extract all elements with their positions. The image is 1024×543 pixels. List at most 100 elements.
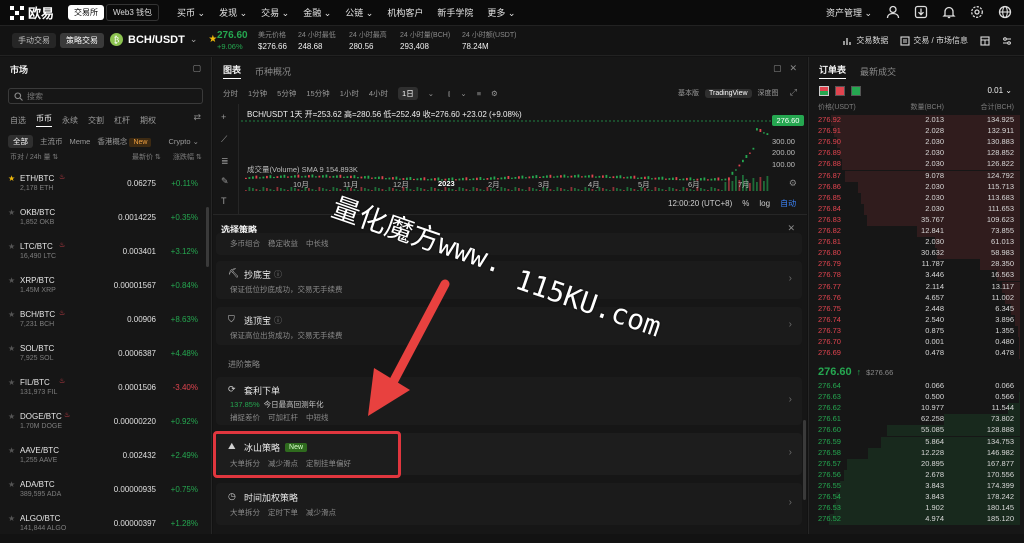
download-icon[interactable] [914, 5, 928, 19]
tab-perpetual[interactable]: 永续 [62, 115, 78, 126]
orderbook-row[interactable]: 276.8212.84173.855 [818, 226, 1014, 237]
favorite-star-icon[interactable]: ★ [8, 276, 15, 285]
market-row[interactable]: ★SOL/BTC7,925 SOL0.0006387+4.48% [0, 339, 210, 373]
interval-15m[interactable]: 15分钟 [306, 88, 329, 99]
interval-4h[interactable]: 4小时 [369, 88, 388, 99]
candle-type-icon[interactable]: ⫾ [448, 89, 450, 99]
close-icon[interactable]: ✕ [789, 63, 797, 74]
axis-settings-icon[interactable]: ⚙ [789, 178, 797, 189]
info-icon[interactable]: ⓘ [274, 269, 282, 280]
strategy-trading-tab[interactable]: 策略交易 [60, 33, 104, 48]
menu-finance[interactable]: 金融 ⌄ [303, 6, 331, 19]
strategy-card-top-escape[interactable]: ⛉ 逃顶宝ⓘ 保证高位出货成功，交易无手续费 › [216, 307, 802, 345]
favorite-star-icon[interactable]: ★ [8, 446, 15, 455]
orderbook-row[interactable]: 276.7911.78728.350 [818, 259, 1014, 270]
pair-selector[interactable]: ₿ BCH/USDT ⌄ ★ [110, 33, 217, 46]
filter-mainstream[interactable]: 主流币 [40, 136, 63, 147]
favorite-star-icon[interactable]: ★ [8, 174, 15, 183]
indicator-icon[interactable]: ≡ [477, 89, 481, 98]
orderbook-row[interactable]: 276.902.030130.883 [818, 137, 1014, 148]
orderbook-row[interactable]: 276.812.03061.013 [818, 237, 1014, 248]
chevron-down-icon[interactable]: ⌄ [460, 89, 466, 98]
favorite-star-icon[interactable]: ★ [8, 412, 15, 421]
text-tool-icon[interactable]: T [221, 196, 227, 206]
tab-web3-wallet[interactable]: Web3 钱包 [106, 4, 159, 21]
menu-trade[interactable]: 交易 ⌄ [261, 6, 289, 19]
bell-icon[interactable] [942, 5, 956, 19]
tab-futures[interactable]: 交割 [88, 115, 104, 126]
search-input[interactable] [27, 92, 197, 101]
filter-meme[interactable]: Meme [70, 137, 91, 146]
header-change[interactable]: 涨跌幅 ⇅ [173, 152, 202, 162]
orderbook-row[interactable]: 276.752.4486.345 [818, 304, 1014, 315]
favorite-star-icon[interactable]: ★ [8, 242, 15, 251]
menu-discover[interactable]: 发现 ⌄ [219, 6, 247, 19]
view-basic[interactable]: 基本版 [674, 87, 703, 99]
favorite-star-icon[interactable]: ★ [208, 34, 217, 45]
orderbook-row[interactable]: 276.912.028132.911 [818, 126, 1014, 137]
orderbook-row[interactable]: 276.5720.895167.877 [818, 459, 1014, 470]
orderbook-row[interactable]: 276.5812.228146.982 [818, 448, 1014, 459]
orderbook-row[interactable]: 276.6210.97711.544 [818, 403, 1014, 414]
interval-1d[interactable]: 1日 [398, 87, 418, 100]
orderbook-row[interactable]: 276.595.864134.753 [818, 437, 1014, 448]
market-scrollbar[interactable] [206, 207, 209, 267]
favorite-star-icon[interactable]: ★ [8, 310, 15, 319]
tab-options[interactable]: 期权 [140, 115, 156, 126]
globe-icon[interactable] [998, 5, 1012, 19]
tab-spot[interactable]: 币币 [36, 113, 52, 127]
orderbook-row[interactable]: 276.8335.767109.623 [818, 215, 1014, 226]
orderbook-row[interactable]: 276.852.030113.683 [818, 193, 1014, 204]
interval-timeline[interactable]: 分时 [223, 88, 238, 99]
trading-data-link[interactable]: 交易数据 [843, 35, 888, 46]
menu-chain[interactable]: 公链 ⌄ [345, 6, 373, 19]
market-row[interactable]: ★FIL/BTC♨131,973 FIL0.0001506-3.40% [0, 373, 210, 407]
filter-all[interactable]: 全部 [8, 135, 33, 148]
orderbook-row[interactable]: 276.742.5403.896 [818, 315, 1014, 326]
refresh-icon[interactable]: ⇄ [193, 112, 201, 123]
favorite-star-icon[interactable]: ★ [8, 378, 15, 387]
search-box[interactable] [8, 88, 203, 104]
menu-academy[interactable]: 新手学院 [437, 6, 473, 19]
orderbook-row[interactable]: 276.6162.25873.802 [818, 414, 1014, 425]
view-tradingview[interactable]: TradingView [705, 89, 752, 98]
fib-icon[interactable]: ≣ [221, 156, 229, 167]
sliders-icon[interactable] [1002, 36, 1012, 46]
market-row[interactable]: ★ALGO/BTC141,844 ALGO0.00000397+1.28% [0, 509, 210, 543]
orderbook-row[interactable]: 276.524.974185.120 [818, 514, 1014, 525]
brush-icon[interactable]: ✎ [221, 176, 229, 187]
tab-exchange[interactable]: 交易所 [68, 5, 104, 20]
asks-only-icon[interactable] [835, 86, 845, 96]
tab-favorites[interactable]: 自选 [10, 115, 26, 126]
orderbook-row[interactable]: 276.531.902180.145 [818, 503, 1014, 514]
interval-1h[interactable]: 1小时 [340, 88, 359, 99]
price-step-select[interactable]: 0.01 ⌄ [987, 86, 1012, 95]
orderbook-row[interactable]: 276.553.843174.399 [818, 481, 1014, 492]
orderbook-row[interactable]: 276.879.078124.792 [818, 171, 1014, 182]
orderbook-row[interactable]: 276.543.843178.242 [818, 492, 1014, 503]
orderbook-row[interactable]: 276.842.030111.653 [818, 204, 1014, 215]
layout-icon[interactable] [980, 36, 990, 46]
tab-latest-trades[interactable]: 最新成交 [860, 65, 896, 78]
orderbook-row[interactable]: 276.562.678170.556 [818, 470, 1014, 481]
tab-margin[interactable]: 杠杆 [114, 115, 130, 126]
orderbook-row[interactable]: 276.783.44616.563 [818, 270, 1014, 281]
both-sides-icon[interactable] [819, 86, 829, 96]
strategy-card-twap[interactable]: ◷ 时间加权策略 大单拆分 定时下单 减少滑点 › [216, 483, 802, 525]
header-price[interactable]: 最新价 ⇅ [132, 152, 161, 162]
asset-management-link[interactable]: 资产管理 ⌄ [826, 6, 872, 19]
chart-settings-icon[interactable]: ⚙ [491, 89, 498, 98]
market-info-link[interactable]: 交易 / 市场信息 [900, 35, 968, 46]
orderbook-row[interactable]: 276.8030.63258.983 [818, 248, 1014, 259]
bids-only-icon[interactable] [851, 86, 861, 96]
panel-window-icon[interactable]: ▢ [192, 63, 201, 74]
orderbook-row[interactable]: 276.764.65711.002 [818, 293, 1014, 304]
orderbook-row[interactable]: 276.640.0660.066 [818, 381, 1014, 392]
info-icon[interactable]: ⓘ [274, 315, 282, 326]
log-toggle[interactable]: log [759, 199, 770, 208]
market-row[interactable]: ★ADA/BTC389,595 ADA0.00000935+0.75% [0, 475, 210, 509]
favorite-star-icon[interactable]: ★ [8, 480, 15, 489]
orderbook-row[interactable]: 276.690.4780.478 [818, 348, 1014, 359]
market-row[interactable]: ★XRP/BTC1.45M XRP0.00001567+0.84% [0, 271, 210, 305]
interval-1m[interactable]: 1分钟 [248, 88, 267, 99]
